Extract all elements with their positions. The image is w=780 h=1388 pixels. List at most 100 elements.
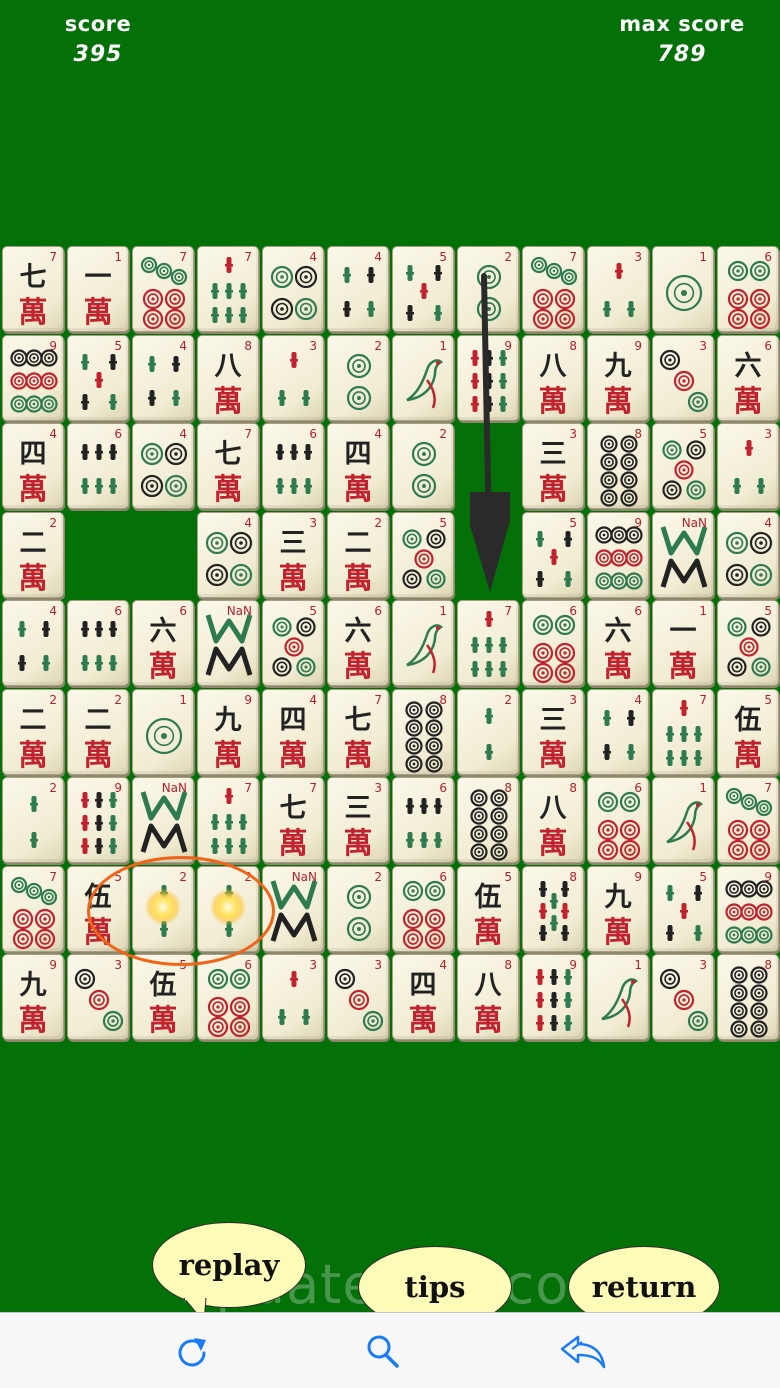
mahjong-tile[interactable]: 七萬7 [327, 689, 389, 775]
mahjong-tile[interactable]: 3 [717, 423, 779, 509]
mahjong-tile[interactable]: 7 [197, 246, 259, 332]
mahjong-tile[interactable]: 2 [392, 423, 454, 509]
mahjong-tile[interactable]: 六萬6 [587, 600, 649, 686]
mahjong-tile[interactable]: 7 [2, 866, 64, 952]
mahjong-tile[interactable]: 二萬2 [2, 512, 64, 598]
mahjong-tile[interactable]: 5 [652, 423, 714, 509]
mahjong-tile[interactable]: 9 [2, 335, 64, 421]
mahjong-tile[interactable]: 七萬7 [2, 246, 64, 332]
mahjong-tile[interactable]: 八萬8 [522, 777, 584, 863]
replay-button[interactable] [170, 1329, 214, 1373]
mahjong-tile[interactable]: 6 [587, 777, 649, 863]
mahjong-tile[interactable]: 6 [392, 866, 454, 952]
mahjong-tile[interactable]: 1 [652, 777, 714, 863]
mahjong-tile[interactable]: 5 [392, 512, 454, 598]
mahjong-tile[interactable]: 5 [67, 335, 129, 421]
mahjong-tile[interactable]: 3 [652, 335, 714, 421]
mahjong-tile[interactable]: 四萬4 [392, 954, 454, 1040]
mahjong-tile[interactable]: 2 [327, 335, 389, 421]
tips-button[interactable] [360, 1329, 404, 1373]
mahjong-tile[interactable]: 2 [457, 689, 519, 775]
mahjong-tile[interactable]: 6 [522, 600, 584, 686]
mahjong-tile[interactable]: 伍萬5 [132, 954, 194, 1040]
mahjong-tile[interactable]: 三萬3 [522, 689, 584, 775]
mahjong-tile[interactable]: 7 [132, 246, 194, 332]
mahjong-tile[interactable]: 5 [262, 600, 324, 686]
mahjong-tile[interactable]: 1 [392, 600, 454, 686]
mahjong-tile[interactable]: 九萬9 [2, 954, 64, 1040]
mahjong-tile[interactable]: 三萬3 [262, 512, 324, 598]
mahjong-tile[interactable]: 7 [457, 600, 519, 686]
mahjong-tile[interactable]: 四萬4 [327, 423, 389, 509]
mahjong-tile[interactable]: 6 [67, 423, 129, 509]
mahjong-tile[interactable]: 二萬2 [327, 512, 389, 598]
mahjong-tile[interactable]: 9 [717, 866, 779, 952]
mahjong-tile[interactable]: 1 [132, 689, 194, 775]
mahjong-tile[interactable]: 3 [587, 246, 649, 332]
mahjong-tile[interactable]: 7 [652, 689, 714, 775]
mahjong-tile[interactable]: 九萬9 [197, 689, 259, 775]
mahjong-tile[interactable]: 6 [717, 246, 779, 332]
mahjong-tile[interactable]: 6 [392, 777, 454, 863]
mahjong-tile[interactable]: 3 [262, 954, 324, 1040]
mahjong-tile[interactable]: 3 [652, 954, 714, 1040]
mahjong-tile[interactable]: 4 [587, 689, 649, 775]
mahjong-tile[interactable]: 4 [2, 600, 64, 686]
mahjong-tile[interactable]: 三萬3 [327, 777, 389, 863]
mahjong-tile[interactable]: 7 [717, 777, 779, 863]
mahjong-tile[interactable]: 3 [327, 954, 389, 1040]
mahjong-tile[interactable]: 七萬7 [262, 777, 324, 863]
mahjong-tile[interactable]: 4 [132, 335, 194, 421]
mahjong-tile[interactable]: 四萬4 [2, 423, 64, 509]
mahjong-tile[interactable]: 伍萬5 [457, 866, 519, 952]
mahjong-tile[interactable]: 八萬8 [197, 335, 259, 421]
mahjong-tile[interactable]: 6 [67, 600, 129, 686]
mahjong-tile[interactable]: 3 [262, 335, 324, 421]
mahjong-tile[interactable]: 二萬2 [2, 689, 64, 775]
mahjong-tile[interactable]: 三萬3 [522, 423, 584, 509]
mahjong-tile[interactable]: 9 [522, 954, 584, 1040]
mahjong-tile[interactable]: 8 [457, 777, 519, 863]
mahjong-tile[interactable]: 一萬1 [67, 246, 129, 332]
mahjong-tile[interactable]: 5 [392, 246, 454, 332]
mahjong-tile[interactable]: 8 [392, 689, 454, 775]
mahjong-tile[interactable]: 7 [197, 777, 259, 863]
mahjong-tile[interactable]: 5 [652, 866, 714, 952]
mahjong-tile[interactable]: 六萬6 [327, 600, 389, 686]
mahjong-tile[interactable]: 4 [262, 246, 324, 332]
mahjong-tile[interactable]: 3 [67, 954, 129, 1040]
mahjong-tile[interactable]: 八萬8 [522, 335, 584, 421]
mahjong-tile[interactable]: 八萬8 [457, 954, 519, 1040]
mahjong-tile[interactable]: 九萬9 [587, 335, 649, 421]
mahjong-tile[interactable]: 6 [262, 423, 324, 509]
mahjong-tile[interactable]: 5 [522, 512, 584, 598]
mahjong-tile[interactable]: 九萬9 [587, 866, 649, 952]
mahjong-tile[interactable]: 5 [717, 600, 779, 686]
mahjong-tile[interactable]: 一萬1 [652, 600, 714, 686]
mahjong-tile[interactable]: 4 [717, 512, 779, 598]
mahjong-tile[interactable]: 1 [392, 335, 454, 421]
mahjong-tile[interactable]: 4 [132, 423, 194, 509]
mahjong-tile[interactable]: NaN [652, 512, 714, 598]
mahjong-tile[interactable]: 9 [67, 777, 129, 863]
mahjong-tile[interactable]: NaN [132, 777, 194, 863]
mahjong-tile[interactable]: 七萬7 [197, 423, 259, 509]
mahjong-tile[interactable]: 4 [327, 246, 389, 332]
mahjong-tile[interactable]: 8 [717, 954, 779, 1040]
mahjong-tile[interactable]: 4 [197, 512, 259, 598]
mahjong-tile[interactable]: 1 [587, 954, 649, 1040]
mahjong-tile[interactable]: 六萬6 [717, 335, 779, 421]
return-button[interactable] [558, 1329, 606, 1373]
mahjong-tile[interactable]: 2 [327, 866, 389, 952]
mahjong-tile[interactable]: 四萬4 [262, 689, 324, 775]
mahjong-tile[interactable]: 六萬6 [132, 600, 194, 686]
mahjong-tile[interactable]: 伍萬5 [717, 689, 779, 775]
mahjong-tile[interactable]: 8 [522, 866, 584, 952]
mahjong-tile[interactable]: 7 [522, 246, 584, 332]
mahjong-tile[interactable]: 2 [2, 777, 64, 863]
mahjong-tile[interactable]: 8 [587, 423, 649, 509]
mahjong-tile[interactable]: 1 [652, 246, 714, 332]
mahjong-tile[interactable]: 二萬2 [67, 689, 129, 775]
mahjong-tile[interactable]: 9 [587, 512, 649, 598]
mahjong-tile[interactable]: NaN [197, 600, 259, 686]
